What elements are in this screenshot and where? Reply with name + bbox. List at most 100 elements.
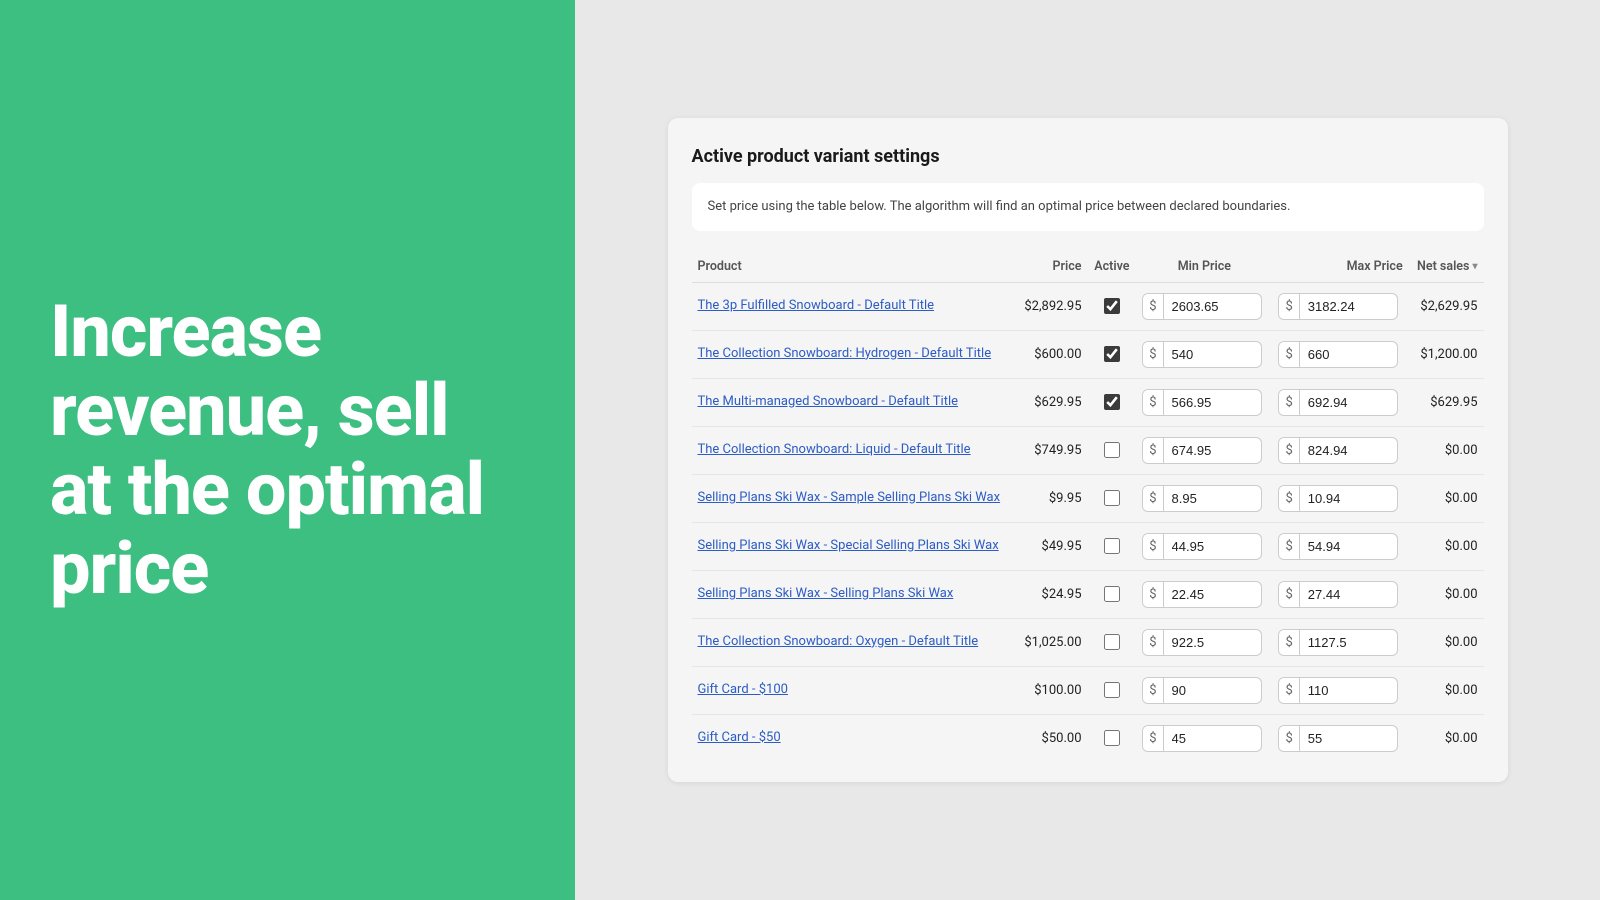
max-currency-symbol: $ [1279, 342, 1299, 367]
min-price-cell: $ [1136, 426, 1272, 474]
min-price-input[interactable] [1164, 342, 1244, 367]
table-row: Selling Plans Ski Wax - Selling Plans Sk… [692, 570, 1484, 618]
max-price-input[interactable] [1300, 630, 1380, 655]
product-link[interactable]: Gift Card - $100 [698, 682, 1011, 699]
product-link[interactable]: The 3p Fulfilled Snowboard - Default Tit… [698, 298, 1011, 315]
table-row: Gift Card - $50$50.00$$$0.00 [692, 714, 1484, 762]
max-price-input[interactable] [1300, 342, 1380, 367]
active-checkbox[interactable] [1104, 538, 1120, 554]
min-price-cell: $ [1136, 666, 1272, 714]
product-cell: Selling Plans Ski Wax - Sample Selling P… [692, 474, 1017, 522]
sort-icon: ▾ [1472, 261, 1477, 272]
max-price-input[interactable] [1300, 678, 1380, 703]
min-price-cell: $ [1136, 618, 1272, 666]
min-price-input[interactable] [1164, 294, 1244, 319]
max-price-input[interactable] [1300, 582, 1380, 607]
table-row: The Collection Snowboard: Liquid - Defau… [692, 426, 1484, 474]
min-price-input[interactable] [1164, 726, 1244, 751]
right-panel: Active product variant settings Set pric… [575, 0, 1600, 900]
max-price-input[interactable] [1300, 294, 1380, 319]
table-row: Selling Plans Ski Wax - Sample Selling P… [692, 474, 1484, 522]
product-link[interactable]: The Multi-managed Snowboard - Default Ti… [698, 394, 1011, 411]
active-cell [1088, 330, 1137, 378]
active-checkbox[interactable] [1104, 346, 1120, 362]
max-price-cell: $ [1272, 618, 1408, 666]
min-price-input[interactable] [1164, 630, 1244, 655]
product-cell: The Collection Snowboard: Liquid - Defau… [692, 426, 1017, 474]
active-checkbox[interactable] [1104, 634, 1120, 650]
price-cell: $100.00 [1016, 666, 1087, 714]
product-link[interactable]: The Collection Snowboard: Hydrogen - Def… [698, 346, 1011, 363]
active-cell [1088, 378, 1137, 426]
max-price-cell: $ [1272, 666, 1408, 714]
max-currency-symbol: $ [1279, 630, 1299, 655]
min-price-cell: $ [1136, 378, 1272, 426]
active-checkbox[interactable] [1104, 730, 1120, 746]
table-header-row: Product Price Active Min Price Max Price… [692, 251, 1484, 283]
col-active: Active [1088, 251, 1137, 283]
active-checkbox[interactable] [1104, 442, 1120, 458]
table-row: Selling Plans Ski Wax - Special Selling … [692, 522, 1484, 570]
col-net-sales[interactable]: Net sales ▾ [1409, 251, 1484, 283]
min-currency-symbol: $ [1143, 342, 1163, 367]
product-link[interactable]: The Collection Snowboard: Liquid - Defau… [698, 442, 1011, 459]
product-cell: The Collection Snowboard: Hydrogen - Def… [692, 330, 1017, 378]
product-cell: The 3p Fulfilled Snowboard - Default Tit… [692, 282, 1017, 330]
col-price: Price [1016, 251, 1087, 283]
max-price-input[interactable] [1300, 534, 1380, 559]
active-checkbox[interactable] [1104, 490, 1120, 506]
min-price-input[interactable] [1164, 678, 1244, 703]
net-sales-cell: $0.00 [1409, 618, 1484, 666]
max-currency-symbol: $ [1279, 534, 1299, 559]
max-price-input[interactable] [1300, 390, 1380, 415]
product-link[interactable]: The Collection Snowboard: Oxygen - Defau… [698, 634, 1011, 651]
price-cell: $629.95 [1016, 378, 1087, 426]
max-currency-symbol: $ [1279, 678, 1299, 703]
table-row: The Multi-managed Snowboard - Default Ti… [692, 378, 1484, 426]
min-currency-symbol: $ [1143, 486, 1163, 511]
product-link[interactable]: Gift Card - $50 [698, 730, 1011, 747]
max-price-cell: $ [1272, 378, 1408, 426]
active-cell [1088, 666, 1137, 714]
min-currency-symbol: $ [1143, 582, 1163, 607]
min-price-input[interactable] [1164, 486, 1244, 511]
active-checkbox[interactable] [1104, 298, 1120, 314]
max-price-input[interactable] [1300, 438, 1380, 463]
active-checkbox[interactable] [1104, 394, 1120, 410]
min-currency-symbol: $ [1143, 390, 1163, 415]
min-price-input[interactable] [1164, 390, 1244, 415]
max-currency-symbol: $ [1279, 438, 1299, 463]
net-sales-cell: $0.00 [1409, 522, 1484, 570]
max-price-cell: $ [1272, 714, 1408, 762]
max-currency-symbol: $ [1279, 294, 1299, 319]
table-row: The Collection Snowboard: Hydrogen - Def… [692, 330, 1484, 378]
settings-card: Active product variant settings Set pric… [668, 118, 1508, 782]
net-sales-cell: $0.00 [1409, 570, 1484, 618]
max-price-input[interactable] [1300, 486, 1380, 511]
net-sales-cell: $0.00 [1409, 666, 1484, 714]
max-price-cell: $ [1272, 330, 1408, 378]
max-price-input[interactable] [1300, 726, 1380, 751]
active-checkbox[interactable] [1104, 682, 1120, 698]
max-price-cell: $ [1272, 282, 1408, 330]
product-link[interactable]: Selling Plans Ski Wax - Special Selling … [698, 538, 1011, 555]
product-link[interactable]: Selling Plans Ski Wax - Selling Plans Sk… [698, 586, 1011, 603]
min-price-cell: $ [1136, 282, 1272, 330]
min-price-cell: $ [1136, 474, 1272, 522]
max-price-cell: $ [1272, 522, 1408, 570]
min-price-input[interactable] [1164, 438, 1244, 463]
product-link[interactable]: Selling Plans Ski Wax - Sample Selling P… [698, 490, 1011, 507]
product-cell: Selling Plans Ski Wax - Selling Plans Sk… [692, 570, 1017, 618]
product-cell: The Collection Snowboard: Oxygen - Defau… [692, 618, 1017, 666]
col-max-price: Max Price [1272, 251, 1408, 283]
min-currency-symbol: $ [1143, 294, 1163, 319]
price-cell: $1,025.00 [1016, 618, 1087, 666]
active-checkbox[interactable] [1104, 586, 1120, 602]
max-currency-symbol: $ [1279, 726, 1299, 751]
min-price-input[interactable] [1164, 534, 1244, 559]
min-currency-symbol: $ [1143, 678, 1163, 703]
min-price-input[interactable] [1164, 582, 1244, 607]
net-sales-cell: $0.00 [1409, 714, 1484, 762]
net-sales-cell: $0.00 [1409, 426, 1484, 474]
price-cell: $2,892.95 [1016, 282, 1087, 330]
